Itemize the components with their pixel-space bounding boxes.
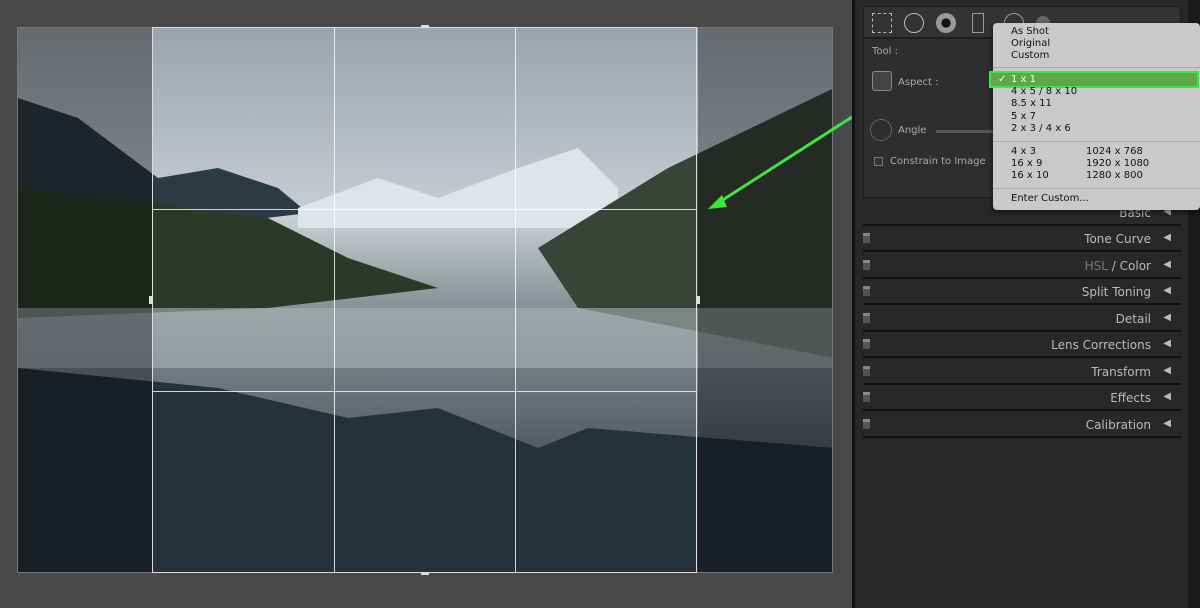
toggle-switch[interactable] xyxy=(863,260,870,270)
menu-item-5x7[interactable]: 5 x 7 xyxy=(1011,111,1036,122)
section-split-toning[interactable]: Split Toning ◀ xyxy=(863,279,1181,305)
toggle-switch[interactable] xyxy=(863,286,870,296)
menu-item-2x3[interactable]: 2 x 3 / 4 x 6 xyxy=(1011,123,1071,134)
section-tone-curve[interactable]: Tone Curve ◀ xyxy=(863,226,1181,252)
collapse-arrow-icon: ◀ xyxy=(1163,285,1171,296)
toggle-switch[interactable] xyxy=(863,313,870,323)
menu-item-1280x800[interactable]: 1280 x 800 xyxy=(1086,170,1143,181)
straighten-icon[interactable] xyxy=(870,119,892,141)
checkmark-icon: ✓ xyxy=(998,74,1007,85)
section-lens-corrections[interactable]: Lens Corrections ◀ xyxy=(863,332,1181,358)
menu-item-enter-custom[interactable]: Enter Custom... xyxy=(1011,193,1089,204)
aspect-label: Aspect : xyxy=(898,77,939,88)
collapse-arrow-icon: ◀ xyxy=(1163,338,1171,349)
section-hsl-color[interactable]: HSL / Color ◀ xyxy=(863,253,1181,279)
menu-item-16x10[interactable]: 16 x 10 xyxy=(1011,170,1049,181)
aspect-dropdown-menu: As Shot Original Custom ✓ 1 x 1 4 x 5 / 8… xyxy=(989,23,1200,210)
section-detail[interactable]: Detail ◀ xyxy=(863,306,1181,332)
image-canvas xyxy=(0,0,852,608)
menu-item-custom[interactable]: Custom xyxy=(1011,50,1049,61)
collapse-arrow-icon: ◀ xyxy=(1163,259,1171,270)
menu-item-original[interactable]: Original xyxy=(1011,38,1050,49)
menu-item-16x9[interactable]: 16 x 9 xyxy=(1011,158,1042,169)
collapse-arrow-icon: ◀ xyxy=(1163,418,1171,429)
menu-item-4x5[interactable]: 4 x 5 / 8 x 10 xyxy=(1011,86,1077,97)
collapse-arrow-icon: ◀ xyxy=(1163,232,1171,243)
red-eye-icon[interactable] xyxy=(936,13,956,33)
collapse-arrow-icon: ◀ xyxy=(1163,391,1171,402)
graduated-filter-icon[interactable] xyxy=(972,13,984,33)
constrain-checkbox[interactable] xyxy=(874,157,883,166)
collapse-arrow-icon: ◀ xyxy=(1163,312,1171,323)
toggle-switch[interactable] xyxy=(863,233,870,243)
section-effects[interactable]: Effects ◀ xyxy=(863,385,1181,411)
angle-label: Angle xyxy=(898,125,927,136)
menu-item-1024x768[interactable]: 1024 x 768 xyxy=(1086,146,1143,157)
menu-item-4x3[interactable]: 4 x 3 xyxy=(1011,146,1036,157)
spot-removal-icon[interactable] xyxy=(904,13,924,33)
constrain-label: Constrain to Image xyxy=(890,156,986,167)
collapse-arrow-icon: ◀ xyxy=(1163,365,1171,376)
section-transform[interactable]: Transform ◀ xyxy=(863,359,1181,385)
tool-label: Tool : xyxy=(872,46,898,57)
toggle-switch[interactable] xyxy=(863,392,870,402)
crop-lock-icon[interactable] xyxy=(872,71,892,91)
menu-item-as-shot[interactable]: As Shot xyxy=(1011,26,1049,37)
annotation-arrow xyxy=(708,115,852,209)
toggle-switch[interactable] xyxy=(863,366,870,376)
menu-item-1920x1080[interactable]: 1920 x 1080 xyxy=(1086,158,1149,169)
toggle-switch[interactable] xyxy=(863,419,870,429)
toggle-switch[interactable] xyxy=(863,339,870,349)
crop-overlay-icon[interactable] xyxy=(872,13,892,33)
menu-item-8.5x11[interactable]: 8.5 x 11 xyxy=(1011,98,1052,109)
section-calibration[interactable]: Calibration ◀ xyxy=(863,412,1181,438)
